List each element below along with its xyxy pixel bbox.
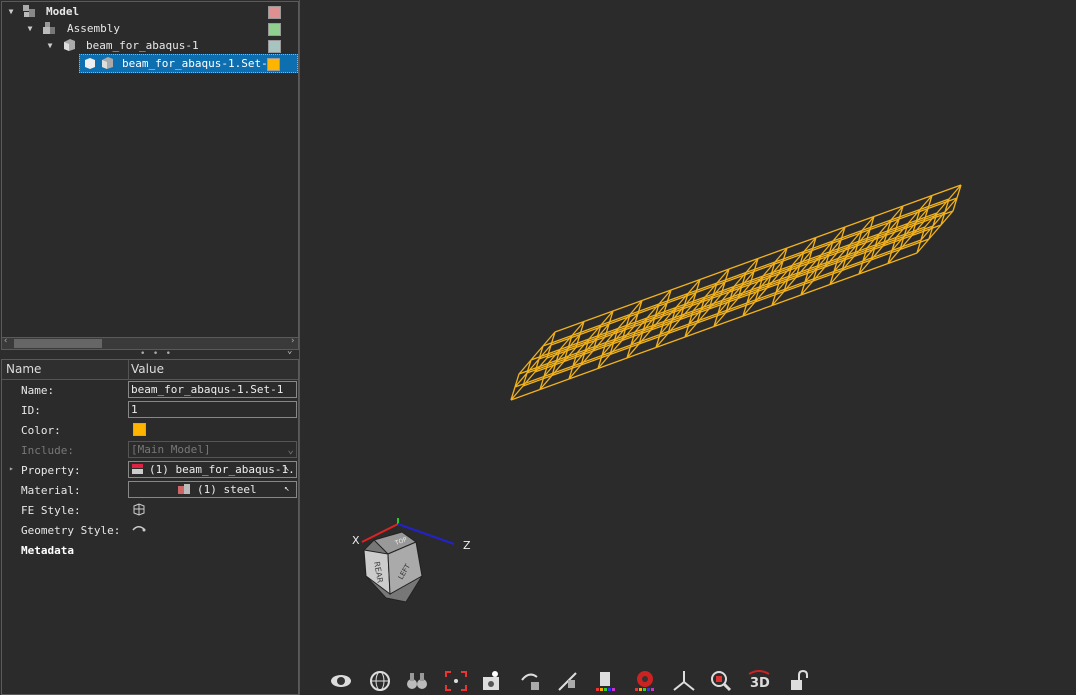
view-icon[interactable] <box>329 670 353 692</box>
include-select[interactable]: [Main Model] ⌄ <box>128 441 297 458</box>
triad-x-label: X <box>352 534 360 547</box>
geometry-style-icon[interactable] <box>132 524 146 534</box>
expand-caret-icon[interactable]: ▼ <box>25 20 35 37</box>
scroll-right-icon[interactable]: › <box>290 336 295 346</box>
property-selector-value: (1) beam_for_abaqus-1. <box>149 463 295 476</box>
property-row-metadata[interactable]: Metadata <box>2 540 298 560</box>
property-table-header: Name Value <box>2 360 298 380</box>
tree-item-label: beam_for_abaqus-1 <box>86 39 199 52</box>
color-swatch[interactable] <box>267 58 280 71</box>
scrollbar-thumb[interactable] <box>14 339 102 348</box>
globe-icon[interactable] <box>368 670 392 692</box>
dropdown-arrow-icon[interactable]: ⌄ <box>287 442 294 457</box>
section-cut-icon[interactable] <box>556 670 580 692</box>
tree-item-part[interactable]: ▼ beam_for_abaqus-1 <box>4 37 294 54</box>
property-row-include: Include: [Main Model] ⌄ <box>2 440 298 460</box>
property-row-fe-style: FE Style: <box>2 500 298 520</box>
column-header-name[interactable]: Name <box>6 362 41 376</box>
expand-caret-icon[interactable]: ▼ <box>45 37 55 54</box>
color-swatch[interactable] <box>268 23 281 36</box>
material-selector-value: (1) steel <box>197 483 257 496</box>
lock-icon[interactable] <box>787 670 811 692</box>
property-table: Name Value Name: beam_for_abaqus-1.Set-1… <box>1 359 299 695</box>
tree-item-label: Assembly <box>67 22 120 35</box>
camera-icon[interactable] <box>481 670 505 692</box>
property-row-name: Name: beam_for_abaqus-1.Set-1 <box>2 380 298 400</box>
contour-legend-icon[interactable] <box>594 670 618 692</box>
column-header-value[interactable]: Value <box>131 362 164 376</box>
color-swatch[interactable] <box>268 40 281 53</box>
id-field[interactable]: 1 <box>128 401 297 418</box>
tree-item-model[interactable]: ▼ Model <box>4 3 294 20</box>
collapse-chevron-icon[interactable]: ⌄ <box>287 346 292 356</box>
set-icon <box>102 57 113 69</box>
property-label: Property: <box>21 464 81 477</box>
view-cube[interactable]: X Z TOP REAR LEFT <box>350 518 480 608</box>
triad-z-label: Z <box>463 539 471 552</box>
assembly-icon <box>43 22 55 34</box>
property-row-material: Material: (1) steel ↖ <box>2 480 298 500</box>
tree-item-assembly[interactable]: ▼ Assembly <box>4 20 294 37</box>
metadata-label: Metadata <box>21 544 74 557</box>
model-browser-panel: ▼ Model ▼ Assembly ▼ beam_for_abaqus-1 b… <box>0 0 300 695</box>
property-selector[interactable]: (1) beam_for_abaqus-1. ↖ <box>128 461 297 478</box>
pick-cursor-icon[interactable]: ↖ <box>284 462 289 477</box>
property-label: ID: <box>21 404 41 417</box>
property-label: Name: <box>21 384 55 397</box>
model-icon <box>23 5 35 17</box>
color-swatch[interactable] <box>268 6 281 19</box>
property-row-property: ▸ Property: (1) beam_for_abaqus-1. ↖ <box>2 460 298 480</box>
color-palette-icon[interactable] <box>633 670 657 692</box>
property-label: Geometry Style: <box>21 524 121 537</box>
material-icon <box>178 484 190 494</box>
3d-viewport[interactable]: X Z TOP REAR LEFT 3D <box>300 0 1076 695</box>
tree-item-set[interactable]: beam_for_abaqus-1.Set-1 <box>79 54 298 73</box>
property-label: FE Style: <box>21 504 81 517</box>
tree-item-label: beam_for_abaqus-1.Set-1 <box>122 57 275 70</box>
fe-style-icon[interactable] <box>132 502 146 516</box>
binoculars-icon[interactable] <box>405 670 429 692</box>
axis-icon[interactable] <box>672 670 696 692</box>
property-row-color: Color: <box>2 420 298 440</box>
visibility-icon[interactable] <box>83 56 97 70</box>
material-selector[interactable]: (1) steel ↖ <box>128 481 297 498</box>
property-label: Include: <box>21 444 74 457</box>
rotate-icon[interactable] <box>519 670 543 692</box>
part-icon <box>64 39 75 51</box>
viewport-toolbar: 3D <box>300 665 1076 695</box>
expand-caret-icon[interactable]: ▼ <box>6 3 16 20</box>
model-tree: ▼ Model ▼ Assembly ▼ beam_for_abaqus-1 b… <box>1 1 299 339</box>
include-select-value: [Main Model] <box>131 443 211 456</box>
expand-caret-icon[interactable]: ▸ <box>9 464 14 473</box>
zoom-icon[interactable] <box>709 670 733 692</box>
color-picker-swatch[interactable] <box>133 423 146 436</box>
property-row-geometry-style: Geometry Style: <box>2 520 298 540</box>
scroll-left-icon[interactable]: ‹ <box>3 336 8 346</box>
splitter-grip-icon[interactable]: • • • <box>140 349 172 359</box>
3d-icon[interactable]: 3D <box>747 670 771 692</box>
svg-text:3D: 3D <box>750 676 770 691</box>
tree-item-label: Model <box>46 5 80 18</box>
name-field[interactable]: beam_for_abaqus-1.Set-1 <box>128 381 297 398</box>
property-row-id: ID: 1 <box>2 400 298 420</box>
property-label: Color: <box>21 424 61 437</box>
property-icon <box>132 464 143 474</box>
property-label: Material: <box>21 484 81 497</box>
focus-icon[interactable] <box>444 670 468 692</box>
pick-cursor-icon[interactable]: ↖ <box>284 482 289 497</box>
